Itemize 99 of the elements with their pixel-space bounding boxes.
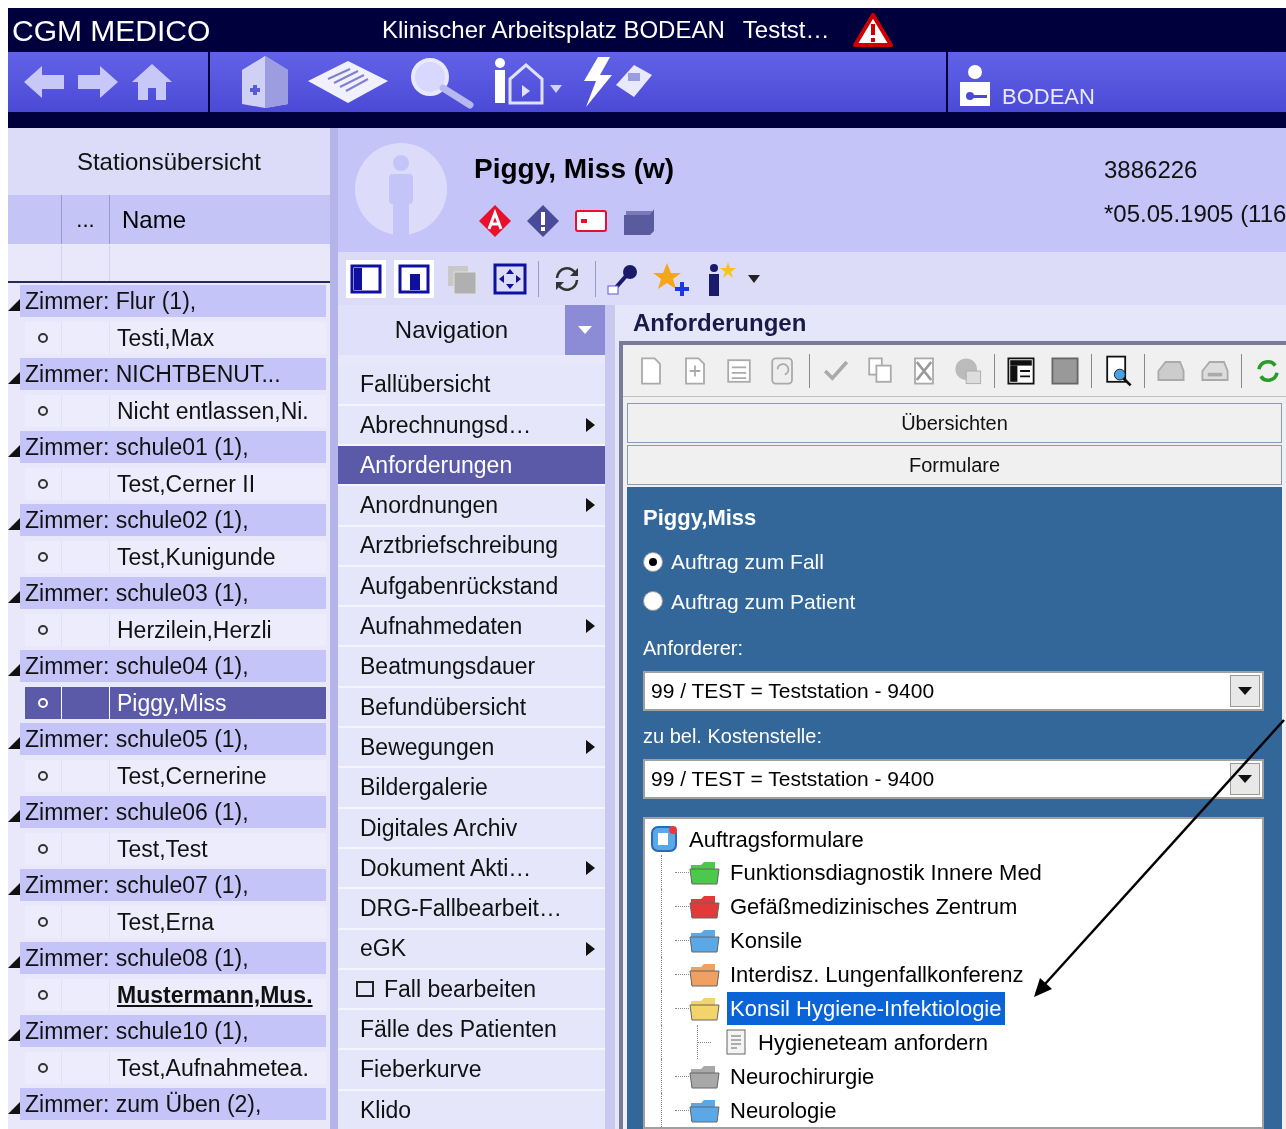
tree-item[interactable]: Konsile	[727, 923, 806, 957]
nav-item[interactable]: Anordnungen	[338, 486, 605, 525]
home-icon[interactable]	[130, 62, 174, 102]
nav-item[interactable]: Bildergalerie	[338, 768, 605, 807]
patient-row[interactable]: Test,Erna	[25, 905, 326, 938]
room-row[interactable]: Zimmer: schule03 (1),	[20, 577, 326, 610]
patient-id: 3886226	[1104, 155, 1199, 185]
tree-item[interactable]: Gefäßmedizinisches Zentrum	[727, 889, 1021, 923]
radio-button[interactable]	[643, 591, 663, 612]
nav-item[interactable]: Bewegungen	[338, 728, 605, 767]
dropdown-button[interactable]	[1230, 763, 1260, 795]
patient-row[interactable]: Test,Cernerine	[25, 759, 326, 792]
patient-row[interactable]: Mustermann,Mus.	[25, 978, 326, 1011]
nav-item[interactable]: Klido	[338, 1090, 605, 1129]
panel-title: Navigation	[394, 315, 509, 345]
nav-item[interactable]: Befundübersicht	[338, 687, 605, 727]
dropdown-button[interactable]	[1230, 675, 1260, 707]
submenu-arrow-icon	[586, 941, 595, 956]
nav-item[interactable]: Digitales Archiv	[338, 808, 605, 847]
room-row[interactable]: Zimmer: schule01 (1),	[20, 431, 326, 464]
hospital-icon[interactable]	[240, 54, 290, 110]
patient-row[interactable]: Herzilein,Herzli	[25, 613, 326, 646]
user-name: BODEAN	[1002, 86, 1095, 108]
tree-item[interactable]: Neurologie	[727, 1093, 840, 1127]
user-icon	[958, 64, 992, 108]
layout-icon[interactable]	[346, 259, 386, 298]
nav-item[interactable]: eGK	[338, 929, 605, 968]
window-icon	[356, 980, 374, 997]
nav-item[interactable]: Fall bearbeiten	[338, 969, 605, 1009]
tree-item[interactable]: Neurochirurgie	[727, 1059, 878, 1093]
patient-name: Piggy,Miss	[643, 504, 758, 532]
accordion-header[interactable]: Übersichten	[627, 403, 1282, 443]
field-label: zu bel. Kostenstelle:	[643, 724, 823, 749]
patient-name: Piggy, Miss (w)	[474, 152, 675, 186]
app-brand: CGM MEDICO	[12, 12, 212, 49]
tree-item[interactable]: Funktionsdiagnostik Innere Med	[727, 855, 1045, 889]
room-row[interactable]: Zimmer: schule02 (1),	[20, 504, 326, 537]
radio-button[interactable]	[643, 551, 663, 572]
caret-icon	[1238, 775, 1252, 783]
birth-date: *05.05.1905 (116	[1104, 199, 1286, 229]
avatar-icon	[355, 143, 447, 235]
patient-row[interactable]: Piggy,Miss	[25, 686, 326, 719]
patient-row[interactable]: Test,Kunigunde	[25, 540, 326, 573]
tree-item[interactable]: Interdisz. Lungenfallkonferenz	[727, 957, 1027, 991]
patient-row[interactable]: Test,Cerner II	[25, 467, 326, 500]
dropdown-field[interactable]: 99 / TEST = Teststation - 9400	[643, 759, 1264, 799]
room-row[interactable]: Zimmer: schule10 (1),	[20, 1015, 326, 1048]
nav-item[interactable]: Dokument Akti…	[338, 848, 605, 888]
nav-item[interactable]: Arztbriefschreibung	[338, 526, 605, 565]
room-row[interactable]: Zimmer: Flur (1),	[20, 285, 326, 318]
submenu-arrow-icon	[586, 740, 595, 755]
room-row[interactable]: Zimmer: schule08 (1),	[20, 942, 326, 975]
station-name: Testst…	[742, 15, 830, 45]
document-icon	[725, 1028, 747, 1056]
tree-item[interactable]: Hygieneteam anfordern	[755, 1025, 991, 1059]
card-icon	[574, 208, 608, 234]
column-header[interactable]: Name	[122, 201, 187, 238]
caret-icon	[578, 326, 592, 334]
room-row[interactable]: Zimmer: schule07 (1),	[20, 869, 326, 902]
patient-row[interactable]: Test,Test	[25, 832, 326, 865]
patient-row[interactable]: Testi,Max	[25, 321, 326, 354]
patient-row[interactable]: Nicht entlassen,Ni.	[25, 394, 326, 427]
field-label: Anforderer:	[643, 636, 745, 661]
room-row[interactable]: Zimmer: schule04 (1),	[20, 650, 326, 683]
submenu-arrow-icon	[586, 417, 595, 432]
panel-title: Stationsübersicht	[76, 146, 262, 177]
tree-item[interactable]: Auftragsformulare	[689, 822, 864, 856]
submenu-arrow-icon	[586, 619, 595, 634]
nav-item[interactable]: Aufnahmedaten	[338, 607, 605, 646]
caret-icon	[1238, 687, 1252, 695]
window-title: Klinischer Arbeitsplatz BODEAN	[382, 15, 725, 45]
warning-icon	[853, 13, 894, 47]
accordion-header[interactable]: Formulare	[627, 445, 1282, 485]
allergy-icon	[478, 204, 512, 238]
dropdown-field[interactable]: 99 / TEST = Teststation - 9400	[643, 671, 1264, 711]
layout-icon[interactable]	[394, 259, 434, 298]
patient-row[interactable]: Test,Aufnahmetea.	[25, 1051, 326, 1084]
room-row[interactable]: Zimmer: schule06 (1),	[20, 796, 326, 829]
section-title: Anforderungen	[633, 308, 807, 338]
nav-item[interactable]: Fälle des Patienten	[338, 1010, 605, 1049]
nav-item[interactable]: Beatmungsdauer	[338, 647, 605, 686]
nav-item[interactable]: Aufgabenrückstand	[338, 566, 605, 606]
nav-item[interactable]: Fallübersicht	[338, 365, 605, 404]
room-row[interactable]: Zimmer: NICHTBENUT...	[20, 358, 326, 391]
tree-item[interactable]: Konsil Hygiene-Infektiologie	[727, 991, 1005, 1025]
nav-item[interactable]: Fieberkurve	[338, 1050, 605, 1089]
nav-item[interactable]: DRG-Fallbearbeit…	[338, 889, 605, 928]
room-row[interactable]: Zimmer: schule05 (1),	[20, 723, 326, 756]
alert-icon	[526, 204, 560, 238]
radio-label: Auftrag zum Patient	[671, 588, 856, 615]
submenu-arrow-icon	[586, 861, 595, 876]
column-header[interactable]: ...	[76, 203, 95, 236]
nav-item[interactable]: Anforderungen	[338, 445, 605, 485]
radio-label: Auftrag zum Fall	[671, 549, 824, 575]
forms-icon	[649, 824, 679, 854]
nav-item[interactable]: Abrechnungsd…	[338, 405, 605, 444]
caret-icon[interactable]	[748, 274, 760, 283]
submenu-arrow-icon	[586, 498, 595, 513]
room-row[interactable]: Zimmer: zum Üben (2),	[20, 1088, 326, 1121]
